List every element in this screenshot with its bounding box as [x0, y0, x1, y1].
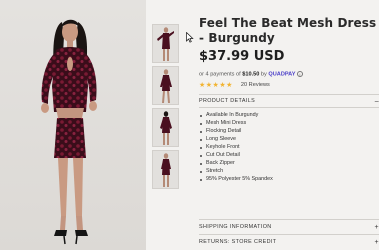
- installment-offer: or 4 payments of $10.50 by QUADPAY i: [199, 71, 379, 77]
- thumbnail-4[interactable]: [152, 150, 179, 189]
- collapse-icon[interactable]: –: [375, 98, 379, 105]
- installment-amount: $10.50: [242, 71, 260, 78]
- thumbnail-1[interactable]: [152, 24, 179, 63]
- model-photo: [41, 19, 97, 245]
- installment-prefix: or 4 payments of: [199, 71, 241, 78]
- product-details-list: Available In Burgundy Mesh Mini Dress Fl…: [199, 112, 379, 183]
- product-details-section: PRODUCT DETAILS – Available In Burgundy …: [199, 94, 379, 183]
- returns-header[interactable]: RETURNS: STORE CREDIT +: [199, 235, 379, 249]
- quadpay-logo[interactable]: QUADPAY: [268, 71, 295, 77]
- mouse-pointer-icon: [186, 32, 194, 43]
- list-item: Keyhole Front: [199, 144, 379, 152]
- main-product-image[interactable]: [0, 0, 146, 250]
- product-title: Feel The Beat Mesh Dress - Burgundy: [199, 16, 377, 45]
- list-item: Cut Out Detail: [199, 152, 379, 160]
- thumbnail-2[interactable]: [152, 66, 179, 105]
- product-rating[interactable]: ★★★★★ 20 Reviews: [199, 81, 379, 89]
- list-item: Flocking Detail: [199, 128, 379, 136]
- returns-title: RETURNS: STORE CREDIT: [199, 239, 277, 245]
- product-price: $37.99 USD: [199, 49, 285, 64]
- accordion-lower: SHIPPING INFORMATION + RETURNS: STORE CR…: [199, 219, 379, 249]
- thumbnail-3[interactable]: [152, 108, 179, 147]
- info-circle-icon[interactable]: i: [297, 71, 303, 77]
- product-info-panel: Feel The Beat Mesh Dress - Burgundy $37.…: [199, 16, 379, 184]
- expand-icon[interactable]: +: [375, 239, 379, 246]
- list-item: Mesh Mini Dress: [199, 120, 379, 128]
- thumbnail-strip: [152, 24, 182, 192]
- review-count-link[interactable]: 20 Reviews: [241, 82, 270, 88]
- expand-icon[interactable]: +: [375, 224, 379, 231]
- list-item: Long Sleeve: [199, 136, 379, 144]
- divider: [199, 107, 379, 109]
- shipping-information-header[interactable]: SHIPPING INFORMATION +: [199, 220, 379, 234]
- list-item: Back Zipper: [199, 160, 379, 168]
- list-item: Stretch: [199, 168, 379, 176]
- list-item: Available In Burgundy: [199, 112, 379, 120]
- star-rating-icon: ★★★★★: [199, 82, 233, 90]
- product-details-title: PRODUCT DETAILS: [199, 98, 256, 105]
- product-details-header[interactable]: PRODUCT DETAILS –: [199, 95, 379, 107]
- installment-by: by: [260, 71, 267, 78]
- list-item: 95% Polyester 5% Spandex: [199, 176, 379, 184]
- shipping-information-title: SHIPPING INFORMATION: [199, 224, 272, 230]
